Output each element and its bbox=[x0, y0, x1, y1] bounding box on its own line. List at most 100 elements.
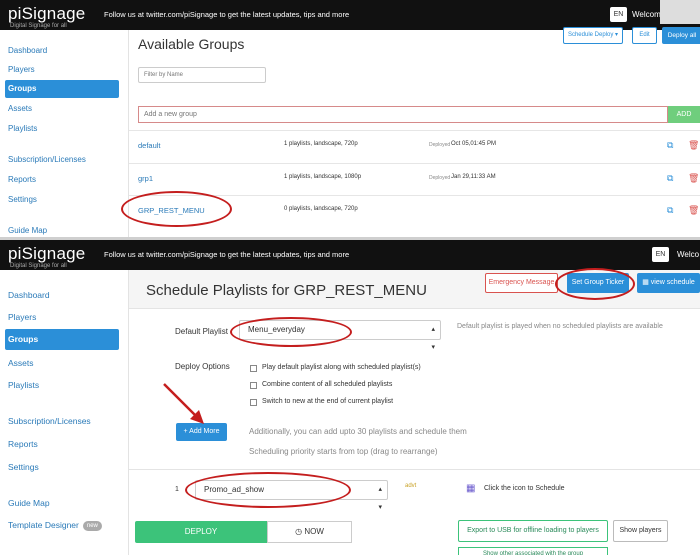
follow-text: Follow us at twitter.com/piSignage to ge… bbox=[104, 10, 350, 19]
red-arrow-icon bbox=[163, 383, 204, 424]
page-title: Available Groups bbox=[138, 36, 245, 52]
calendar-icon[interactable]: ▦ bbox=[466, 483, 475, 494]
clock-icon: ◷ bbox=[295, 527, 303, 536]
sidebar-item-groups[interactable]: Groups bbox=[5, 329, 119, 350]
deployed-time: Jan 29,11:33 AM bbox=[451, 174, 496, 180]
sidebar-item-guide-map[interactable]: Guide Map bbox=[5, 493, 119, 514]
calendar-icon: ▦ bbox=[642, 279, 649, 286]
group-row: default 1 playlists, landscape, 720p Dep… bbox=[129, 130, 700, 160]
option-checkbox[interactable] bbox=[250, 399, 257, 406]
group-name[interactable]: default bbox=[138, 141, 161, 150]
scheduled-playlist-value: Promo_ad_show bbox=[204, 485, 265, 494]
view-schedule-label: view schedule bbox=[650, 279, 695, 286]
group-name[interactable]: grp1 bbox=[138, 174, 153, 183]
logo-tagline: Digital Signage for all bbox=[10, 263, 67, 269]
trash-icon[interactable]: 🗑 bbox=[688, 174, 699, 183]
emergency-message-button[interactable]: Emergency Message bbox=[485, 273, 558, 293]
sidebar-item-players[interactable]: Players bbox=[5, 307, 119, 328]
set-group-ticker-button[interactable]: Set Group Ticker bbox=[567, 273, 629, 293]
sidebar-item-playlists[interactable]: Playlists bbox=[5, 120, 119, 138]
sidebar-item-assets[interactable]: Assets bbox=[5, 100, 119, 118]
now-label: NOW bbox=[304, 527, 324, 536]
default-playlist-select[interactable]: Menu_everyday ▴ ▾ bbox=[239, 320, 441, 351]
scheduled-playlist-select[interactable]: Promo_ad_show ▴ ▾ bbox=[195, 480, 388, 511]
sidebar-item-guide-map[interactable]: Guide Map bbox=[5, 222, 119, 237]
row-separator bbox=[129, 469, 700, 470]
add-more-hint: Additionally, you can add upto 30 playli… bbox=[249, 427, 467, 436]
avatar[interactable] bbox=[660, 0, 700, 24]
sidebar-item-reports[interactable]: Reports bbox=[5, 434, 119, 455]
new-badge: new bbox=[82, 520, 102, 531]
logo[interactable]: piSignage bbox=[8, 244, 85, 264]
trash-icon[interactable]: 🗑 bbox=[688, 206, 699, 215]
sidebar-item-dashboard[interactable]: Dashboard bbox=[5, 285, 119, 306]
sidebar-item-dashboard[interactable]: Dashboard bbox=[5, 42, 119, 60]
group-row: grp1 1 playlists, landscape, 1080p Deplo… bbox=[129, 163, 700, 193]
show-associated-button[interactable]: Show other associated with the group bbox=[458, 547, 608, 555]
group-name[interactable]: GRP_REST_MENU bbox=[138, 206, 205, 215]
sidebar-item-groups[interactable]: Groups bbox=[5, 80, 119, 98]
sidebar: Dashboard Players Groups Assets Playlist… bbox=[0, 270, 128, 555]
sidebar-item-settings[interactable]: Settings bbox=[5, 457, 119, 478]
deploy-all-button[interactable]: Deploy all bbox=[662, 27, 700, 44]
option-label: Switch to new at the end of current play… bbox=[262, 398, 394, 405]
sidebar-item-subscription[interactable]: Subscription/Licenses bbox=[5, 411, 119, 432]
screenshot-schedule: piSignage Digital Signage for all Follow… bbox=[0, 240, 700, 555]
welcome-text: Welcom bbox=[632, 10, 661, 19]
groups-main: Available Groups Schedule Deploy ▾ Edit … bbox=[129, 27, 700, 237]
trash-icon[interactable]: 🗑 bbox=[688, 141, 699, 150]
page-title: Schedule Playlists for GRP_REST_MENU bbox=[146, 282, 427, 299]
default-playlist-label: Default Playlist bbox=[175, 327, 228, 336]
option-checkbox[interactable] bbox=[250, 365, 257, 372]
sidebar-item-subscription[interactable]: Subscription/Licenses bbox=[5, 151, 119, 169]
default-playlist-hint: Default playlist is played when no sched… bbox=[457, 323, 663, 330]
schedule-hint: Click the icon to Schedule bbox=[484, 485, 565, 492]
default-playlist-value: Menu_everyday bbox=[248, 325, 305, 334]
edit-button[interactable]: Edit bbox=[632, 27, 657, 44]
template-designer-label: Template Designer bbox=[8, 520, 79, 530]
deployed-label: Deployed bbox=[429, 175, 451, 181]
add-group-input[interactable]: Add a new group bbox=[138, 106, 668, 123]
sidebar-item-assets[interactable]: Assets bbox=[5, 353, 119, 374]
now-button[interactable]: ◷ NOW bbox=[267, 521, 352, 543]
sidebar-item-players[interactable]: Players bbox=[5, 61, 119, 79]
select-arrow-icon: ▴ ▾ bbox=[378, 486, 382, 511]
top-bar: piSignage Digital Signage for all Follow… bbox=[0, 240, 700, 270]
copy-icon[interactable]: ⧉ bbox=[667, 141, 676, 150]
filter-input[interactable]: Filter by Name bbox=[138, 67, 266, 83]
option-checkbox[interactable] bbox=[250, 382, 257, 389]
export-usb-button[interactable]: Export to USB for offline loading to pla… bbox=[458, 520, 608, 542]
schedule-main: Schedule Playlists for GRP_REST_MENU Eme… bbox=[129, 270, 700, 555]
sidebar-item-reports[interactable]: Reports bbox=[5, 171, 119, 189]
copy-icon[interactable]: ⧉ bbox=[667, 206, 676, 215]
group-desc: 1 playlists, landscape, 1080p bbox=[284, 174, 362, 180]
view-schedule-button[interactable]: ▦ view schedule bbox=[637, 273, 700, 293]
logo[interactable]: piSignage bbox=[8, 4, 85, 24]
select-arrow-icon: ▴ ▾ bbox=[431, 326, 435, 351]
follow-text: Follow us at twitter.com/piSignage to ge… bbox=[104, 250, 350, 259]
show-players-button[interactable]: Show players bbox=[613, 520, 668, 542]
sidebar: Dashboard Players Groups Assets Playlist… bbox=[0, 30, 128, 237]
add-group-button[interactable]: ADD bbox=[668, 106, 700, 123]
language-button[interactable]: EN bbox=[652, 247, 669, 262]
language-button[interactable]: EN bbox=[610, 7, 627, 22]
deployed-time: Oct 05,01:45 PM bbox=[451, 141, 497, 147]
deploy-options-label: Deploy Options bbox=[175, 362, 230, 371]
group-desc: 1 playlists, landscape, 720p bbox=[284, 141, 358, 147]
sidebar-item-playlists[interactable]: Playlists bbox=[5, 375, 119, 396]
advt-tag: advt bbox=[405, 483, 417, 489]
deploy-button[interactable]: DEPLOY bbox=[135, 521, 267, 543]
schedule-deploy-label: Schedule Deploy bbox=[567, 32, 614, 38]
option-label: Combine content of all scheduled playlis… bbox=[262, 381, 393, 388]
welcome-text: Welco bbox=[677, 250, 700, 259]
caret-down-icon: ▾ bbox=[615, 32, 619, 38]
sidebar-item-template-designer[interactable]: Template Designer new bbox=[5, 515, 119, 536]
sidebar-item-settings[interactable]: Settings bbox=[5, 191, 119, 209]
schedule-deploy-button[interactable]: Schedule Deploy ▾ bbox=[563, 27, 623, 44]
row-number: 1 bbox=[175, 486, 179, 493]
group-row: GRP_REST_MENU 0 playlists, landscape, 72… bbox=[129, 195, 700, 225]
copy-icon[interactable]: ⧉ bbox=[667, 174, 676, 183]
priority-hint: Scheduling priority starts from top (dra… bbox=[249, 447, 438, 456]
logo-tagline: Digital Signage for all bbox=[10, 23, 67, 29]
group-desc: 0 playlists, landscape, 720p bbox=[284, 206, 358, 212]
